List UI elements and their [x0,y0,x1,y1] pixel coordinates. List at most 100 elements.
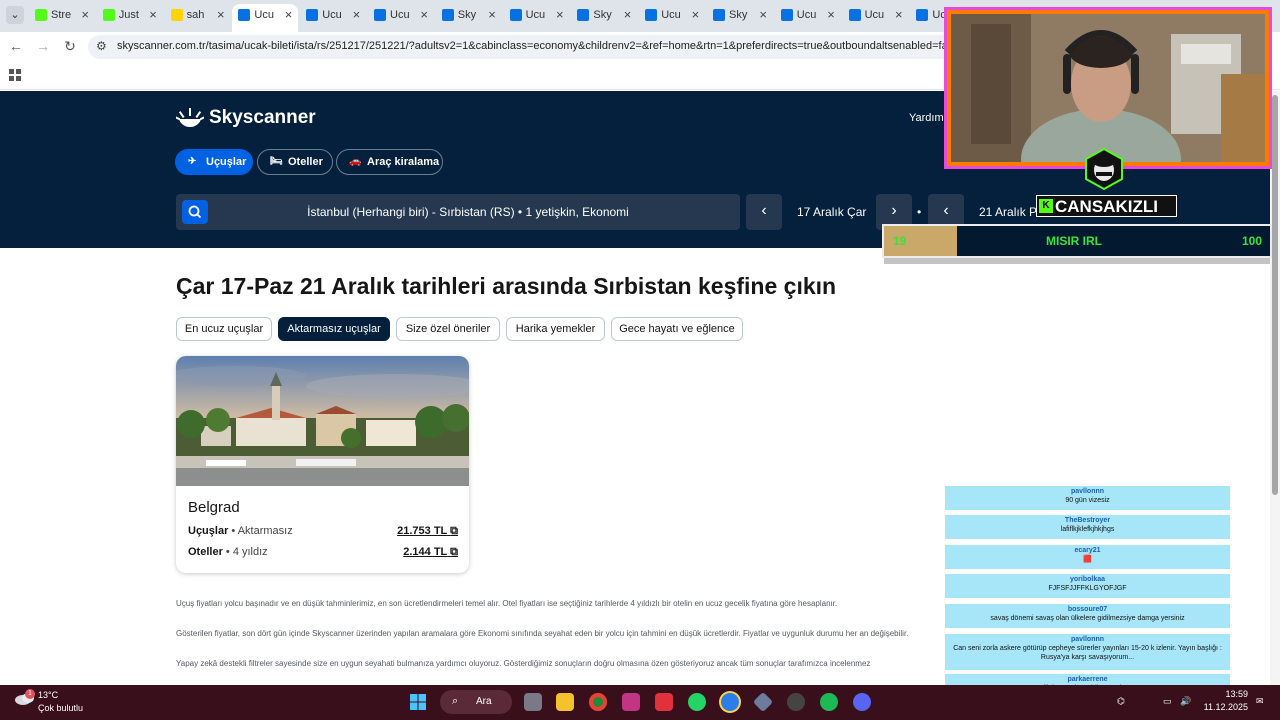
task-view-icon[interactable] [524,693,542,711]
bed-icon: 🛏 [270,156,283,167]
back-icon[interactable]: ← [7,38,25,54]
goal-target: 100 [1241,234,1262,248]
goal-track [884,258,1270,264]
tab-title: Just [118,9,139,21]
tab-close-icon[interactable]: × [759,7,767,22]
tab-close-icon[interactable]: × [624,7,632,22]
search-summary-bar[interactable]: İstanbul (Herhangi biri) - Sırbistan (RS… [176,194,740,230]
browser-tab[interactable]: Ucu × [368,4,434,28]
spotify-icon[interactable] [820,693,838,711]
chip-direct-flights[interactable]: Aktarmasız uçuşlar [278,317,390,341]
tab-close-icon[interactable]: × [217,7,225,22]
browser-tab[interactable]: Ucu × [232,4,299,32]
tab-favicon-icon [848,9,861,21]
browser-tab[interactable]: Ucu × [639,4,705,28]
browser-tab[interactable]: Sky × [707,4,773,28]
tab-close-icon[interactable]: × [285,7,293,22]
flights-price[interactable]: 21.753 TL ⧉ [397,525,458,538]
return-date[interactable]: 21 Aralık Pa [979,205,1044,219]
chrome-icon[interactable] [589,693,607,711]
tab-close-icon[interactable]: × [353,7,361,22]
tab-title: Sky [593,9,612,21]
help-link[interactable]: Yardım [909,112,944,124]
streamer-avatar-badge [1085,148,1123,190]
weather-desc[interactable]: Çok bulutlu [38,703,83,713]
windows-start-icon[interactable] [409,693,427,711]
app-diamond-icon[interactable] [752,691,774,713]
tab-favicon-icon [645,9,658,21]
tab-title: Ucu [525,9,546,21]
chip-recommendations[interactable]: Size özel öneriler [396,317,500,341]
tab-close-icon[interactable]: × [692,7,700,22]
chat-text: savaş dönemi savaş olan ülkelere gidilme… [990,615,1185,622]
taskbar-clock[interactable]: 13:59 11.12.2025 [1196,689,1248,712]
page-scrollbar[interactable] [1270,91,1280,685]
chip-cheapest-flights[interactable]: En ucuz uçuşlar [176,317,272,341]
tab-favicon-icon [35,9,47,21]
address-bar[interactable]: ⚙ skyscanner.com.tr/tasima/ucak-bileti/i… [88,35,988,59]
chat-username: yoribolkaa [1069,576,1105,583]
browser-tab[interactable]: Ucu × [300,4,366,28]
discord-icon[interactable] [853,693,871,711]
tab-favicon-icon [306,9,319,21]
chat-username: ecary21 [1074,547,1101,554]
tab-close-icon[interactable]: × [556,7,564,22]
tab-close-icon[interactable]: × [420,7,428,22]
nav-car-hire-button[interactable]: 🚗 Araç kiralama [336,149,443,175]
tab-close-icon[interactable]: × [895,7,903,22]
instagram-icon[interactable] [622,693,640,711]
hotels-price[interactable]: 2.144 TL ⧉ [403,546,458,559]
nav-flights-button[interactable]: ✈ Uçuşlar [175,149,253,175]
chat-message: bossoure07 savaş dönemi savaş olan ülkele… [945,604,1230,628]
tab-close-icon[interactable]: × [488,7,496,22]
destination-card[interactable]: Belgrad Uçuşlar • Aktarmasız 21.753 TL ⧉… [176,356,469,573]
obs-icon[interactable] [787,693,805,711]
browser-tab[interactable]: Sky × [571,4,637,28]
tab-favicon-icon [577,9,590,21]
browser-tab[interactable]: Ucu × [504,4,570,28]
forward-icon[interactable]: → [34,38,52,54]
site-info-icon[interactable]: ⚙ [96,39,107,53]
volume-icon[interactable]: 🔊 [1180,696,1191,707]
apps-grid-icon[interactable] [9,69,21,81]
reload-icon[interactable]: ↻ [61,38,79,55]
chat-text: 🟥 [1083,556,1092,563]
depart-prev-button[interactable]: ‹ [746,194,782,230]
tab-favicon-icon [441,9,454,21]
tab-close-icon[interactable]: × [81,7,89,22]
browser-tab[interactable]: Just × [97,4,163,28]
taskbar-search[interactable]: ⌕ Ara [440,690,512,714]
depart-date[interactable]: 17 Aralık Çar [797,205,866,219]
car-icon: 🚗 [349,156,362,167]
whatsapp-icon[interactable] [688,693,706,711]
notification-icon[interactable]: ✉ [1256,696,1264,707]
scrollbar-thumb[interactable] [1272,95,1278,495]
goal-title: MISIR IRL [1046,234,1102,248]
display-icon[interactable]: ▭ [1163,696,1172,707]
browser-tab[interactable]: Ucu × [843,4,909,28]
browser-tab[interactable]: sah × [165,4,231,28]
tab-favicon-icon [238,9,251,21]
tab-search-icon[interactable]: ⌄ [6,6,24,24]
tab-favicon-icon [780,9,793,21]
card-flights-row[interactable]: Uçuşlar • Aktarmasız 21.753 TL ⧉ [188,525,458,537]
chip-nightlife[interactable]: Gece hayatı ve eğlence [611,317,743,341]
tab-title: Sky [457,9,477,21]
nav-hotels-button[interactable]: 🛏 Oteller [257,149,333,175]
tab-close-icon[interactable]: × [827,7,835,22]
weather-temp[interactable]: 13°C [38,690,58,700]
chrome-active-icon[interactable] [721,693,739,711]
tab-close-icon[interactable]: × [149,7,157,22]
browser-tab[interactable]: Sky × [436,4,502,28]
flights-sub: Aktarmasız [237,525,293,537]
tab-favicon-icon [509,9,522,21]
anydesk-icon[interactable] [655,693,673,711]
network-icon[interactable]: ⌬ [1117,696,1125,707]
file-explorer-icon[interactable] [556,693,574,711]
stream-goal-bar: 19 MISIR IRL 100 [882,224,1272,264]
chip-great-food[interactable]: Harika yemekler [506,317,605,341]
disclaimer-estimates: Gösterilen fiyatlar, son dört gün içinde… [176,629,909,638]
card-hotels-row[interactable]: Oteller • 4 yıldız 2.144 TL ⧉ [188,546,458,558]
browser-tab[interactable]: Stre × [29,4,95,28]
browser-tab[interactable]: Ucu × [775,4,841,28]
